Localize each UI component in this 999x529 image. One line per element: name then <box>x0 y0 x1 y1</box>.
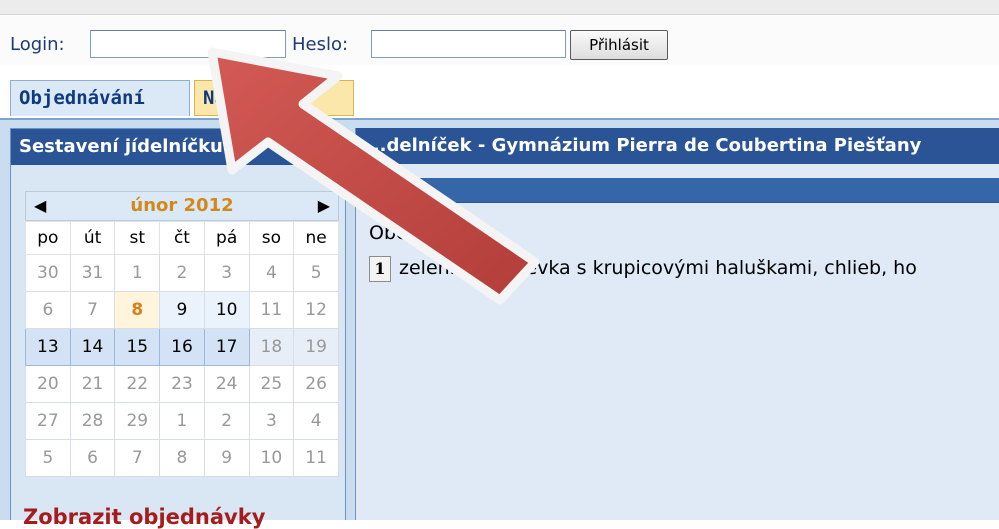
weekday-label: st <box>114 221 161 255</box>
show-orders-link[interactable]: Zobrazit objednávky <box>23 505 265 529</box>
tab-second[interactable]: Na... <box>194 80 354 116</box>
calendar-day[interactable]: 6 <box>25 291 71 329</box>
calendar-day[interactable]: 27 <box>25 402 71 440</box>
menu-panel-title: ...delníček - Gymnázium Pierra de Couber… <box>356 128 999 164</box>
meal-number-badge: 1 <box>369 256 391 282</box>
weekday-label: út <box>69 221 116 255</box>
calendar-grid: po út st čt pá so ne 30 31 1 2 3 4 5 6 7… <box>25 221 339 477</box>
calendar-header: ◀ únor 2012 ▶ <box>25 191 339 221</box>
menu-builder-title: Sestavení jídelníčku <box>19 136 223 157</box>
calendar-day[interactable]: 18 <box>248 328 295 366</box>
weekday-label: po <box>25 221 71 255</box>
calendar-day[interactable]: 19 <box>293 328 339 366</box>
content-frame: Sestavení jídelníčku ◂ ◀ únor 2012 ▶ po … <box>0 120 999 529</box>
password-label: Heslo: <box>292 34 349 55</box>
weekday-label: čt <box>159 221 205 255</box>
tab-objednavani[interactable]: Objednávání <box>10 80 190 116</box>
calendar-day[interactable]: 7 <box>69 291 116 329</box>
calendar-day-selected[interactable]: 15 <box>114 328 161 366</box>
login-label: Login: <box>10 34 65 55</box>
menu-builder-panel: Sestavení jídelníčku ◂ ◀ únor 2012 ▶ po … <box>10 128 346 529</box>
calendar-day-selected[interactable]: 13 <box>25 328 71 366</box>
calendar-day[interactable]: 4 <box>293 402 339 440</box>
calendar-day-selected[interactable]: 17 <box>203 328 250 366</box>
weekday-label: so <box>248 221 295 255</box>
back-icon[interactable]: ◂ <box>279 138 297 156</box>
calendar-day[interactable]: 21 <box>69 365 116 403</box>
calendar-day-today[interactable]: 8 <box>114 291 161 329</box>
weekday-label: ne <box>293 221 339 255</box>
calendar-day[interactable]: 5 <box>293 254 339 292</box>
calendar-day[interactable]: 23 <box>159 365 205 403</box>
calendar-day[interactable]: 24 <box>203 365 250 403</box>
menu-panel: ...delníček - Gymnázium Pierra de Couber… <box>355 128 999 520</box>
calendar-day[interactable]: 31 <box>69 254 116 292</box>
weekday-label: pá <box>203 221 250 255</box>
calendar-day[interactable]: 29 <box>114 402 161 440</box>
calendar-day[interactable]: 4 <box>248 254 295 292</box>
calendar-day[interactable]: 9 <box>159 291 205 329</box>
calendar-day[interactable]: 26 <box>293 365 339 403</box>
calendar-day[interactable]: 20 <box>25 365 71 403</box>
calendar-day[interactable]: 12 <box>293 291 339 329</box>
calendar-day[interactable]: 2 <box>203 402 250 440</box>
calendar-day[interactable]: 25 <box>248 365 295 403</box>
calendar: ◀ únor 2012 ▶ po út st čt pá so ne 30 31… <box>25 191 339 477</box>
calendar-day[interactable]: 9 <box>203 439 250 477</box>
meal-description: zelenin... polievka s krupicovými halušk… <box>399 257 917 279</box>
calendar-day[interactable]: 11 <box>293 439 339 477</box>
calendar-day[interactable]: 5 <box>25 439 71 477</box>
calendar-day-selected[interactable]: 16 <box>159 328 205 366</box>
calendar-day[interactable]: 7 <box>114 439 161 477</box>
calendar-day[interactable]: 3 <box>203 254 250 292</box>
menu-day-line: Obě... ...12 <box>369 222 475 244</box>
menu-meal-row[interactable]: 1 zelenin... polievka s krupicovými haluš… <box>369 256 917 282</box>
calendar-day[interactable]: 1 <box>159 402 205 440</box>
calendar-day[interactable]: 1 <box>114 254 161 292</box>
calendar-day[interactable]: 2 <box>159 254 205 292</box>
calendar-day[interactable]: 28 <box>69 402 116 440</box>
login-input[interactable] <box>90 30 286 58</box>
calendar-day[interactable]: 8 <box>159 439 205 477</box>
calendar-day-selected[interactable]: 14 <box>69 328 116 366</box>
calendar-month: únor 2012 <box>130 195 234 216</box>
calendar-day[interactable]: 10 <box>248 439 295 477</box>
calendar-day[interactable]: 11 <box>248 291 295 329</box>
menu-builder-header: Sestavení jídelníčku ◂ <box>11 129 345 165</box>
calendar-day[interactable]: 22 <box>114 365 161 403</box>
password-input[interactable] <box>371 30 566 58</box>
login-button[interactable]: Přihlásit <box>570 30 668 60</box>
top-strip <box>0 0 999 15</box>
next-month-icon[interactable]: ▶ <box>318 196 330 215</box>
calendar-day[interactable]: 3 <box>248 402 295 440</box>
calendar-day[interactable]: 6 <box>69 439 116 477</box>
calendar-day[interactable]: 10 <box>203 291 250 329</box>
calendar-day[interactable]: 30 <box>25 254 71 292</box>
menu-subheader <box>356 178 999 203</box>
tab-bar: Objednávání Na... <box>0 75 999 120</box>
